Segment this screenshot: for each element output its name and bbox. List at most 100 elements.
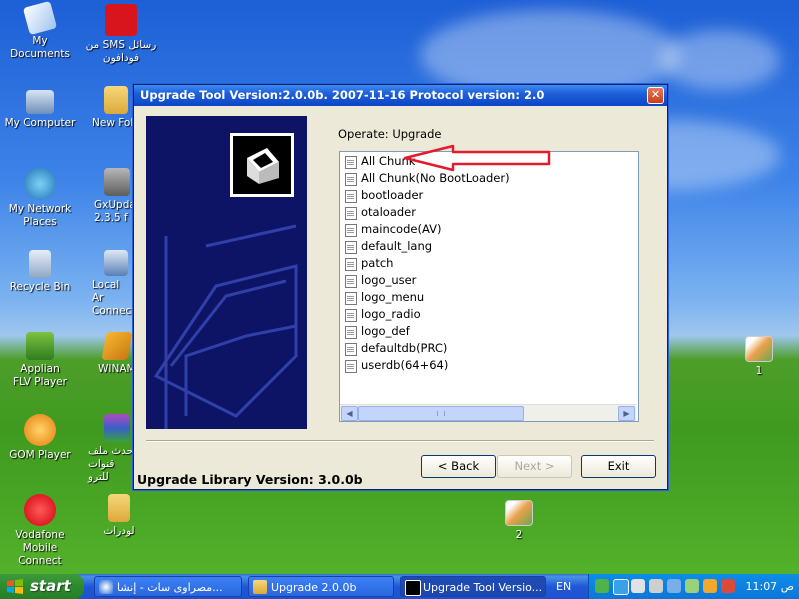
update-tray-icon[interactable] — [721, 579, 735, 593]
image-file-icon — [745, 336, 773, 362]
desktop-icon-my-computer[interactable]: My Computer — [1, 86, 79, 130]
desktop-icon-local-area-connection[interactable]: Local Ar Connecti — [80, 250, 134, 318]
desktop-icon-sms-vodafone[interactable]: من SMS رسائل فودافون — [82, 4, 160, 65]
speaker-icon[interactable] — [649, 579, 663, 593]
desktop-icon-label: لودرات — [103, 525, 135, 537]
document-icon — [345, 258, 357, 271]
desktop-icon-image-1[interactable]: 1 — [720, 336, 798, 378]
desktop-icon-winamp[interactable]: WINAM — [80, 332, 134, 376]
desktop-icon-my-network-places[interactable]: My Network Places — [1, 168, 79, 229]
chunk-list-item[interactable]: default_lang — [342, 238, 510, 255]
desktop-icon-vodafone-mobile-connect[interactable]: Vodafone Mobile Connect — [1, 494, 79, 568]
media-tray-icon[interactable] — [631, 579, 645, 593]
network-places-icon — [24, 168, 56, 200]
browser-icon — [99, 580, 113, 594]
document-icon — [345, 360, 357, 373]
chunk-list-item[interactable]: logo_radio — [342, 306, 510, 323]
antivirus-tray-icon[interactable] — [613, 579, 629, 595]
chunk-item-label: default_lang — [361, 239, 433, 253]
chunk-list-item[interactable]: patch — [342, 255, 510, 272]
taskbar-item-label: مصراوى سات - إنشا... — [117, 581, 223, 594]
taskbar-item-upgrade-tool[interactable]: Upgrade Tool Versio... — [400, 576, 546, 597]
scroll-left-button[interactable]: ◀ — [341, 406, 358, 421]
desktop-icon-label: New Fol — [92, 117, 134, 129]
desktop-icon-new-folder[interactable]: New Fol — [80, 86, 134, 130]
sms-app-icon — [105, 4, 137, 36]
document-icon — [345, 292, 357, 305]
document-icon — [345, 207, 357, 220]
desktop-icon-my-documents[interactable]: My Documents — [1, 0, 79, 61]
chunk-list-item[interactable]: userdb(64+64) — [342, 357, 510, 374]
desktop-icon-applian-flv-player[interactable]: Applian FLV Player — [1, 332, 79, 389]
chunk-list-item[interactable]: logo_menu — [342, 289, 510, 306]
chunk-item-label: maincode(AV) — [361, 222, 442, 236]
network-tray-icon[interactable] — [595, 579, 609, 593]
taskbar-item-folder[interactable]: Upgrade 2.0.0b — [248, 576, 394, 597]
desktop-icon-label: GOM Player — [9, 449, 71, 461]
chunk-item-label: logo_def — [361, 324, 410, 338]
document-icon — [345, 156, 357, 169]
document-icon — [345, 173, 357, 186]
desktop-icon-channels-update[interactable]: حدث ملف قنوات للترو — [80, 414, 134, 484]
desktop-icon-image-2[interactable]: 2 — [480, 500, 558, 542]
operate-label: Operate: Upgrade — [338, 127, 442, 141]
chunk-list-item[interactable]: logo_def — [342, 323, 510, 340]
desktop-icon-label: WINAM — [98, 363, 134, 375]
taskbar-item-browser[interactable]: مصراوى سات - إنشا... — [94, 576, 242, 597]
chunk-item-label: defaultdb(PRC) — [361, 341, 448, 355]
annotation-arrow — [403, 144, 551, 172]
exit-button[interactable]: Exit — [581, 455, 656, 478]
desktop-icon-recycle-bin[interactable]: Recycle Bin — [1, 250, 79, 294]
desktop-icon-gom-player[interactable]: GOM Player — [1, 414, 79, 462]
horizontal-scrollbar[interactable]: ◀ ▶ — [340, 404, 636, 421]
chunk-item-label: patch — [361, 256, 394, 270]
desktop-icon-loaders-folder[interactable]: لودرات — [80, 494, 158, 538]
safely-remove-icon[interactable] — [685, 579, 699, 593]
system-tray: 11:07 ص — [588, 574, 799, 599]
vodafone-icon — [24, 494, 56, 526]
desktop-icon-label: Applian FLV Player — [13, 363, 67, 388]
chunk-list-item[interactable]: bootloader — [342, 187, 510, 204]
scroll-thumb[interactable] — [358, 406, 524, 421]
taskbar-item-label: Upgrade Tool Versio... — [423, 581, 543, 594]
folder-icon — [108, 494, 130, 522]
next-button[interactable]: Next > — [497, 455, 572, 478]
document-icon — [345, 224, 357, 237]
recycle-bin-icon — [29, 250, 51, 278]
connection-tray-icon[interactable] — [667, 579, 681, 593]
chunk-list-items: All Chunk All Chunk(No BootLoader) bootloa… — [342, 153, 510, 374]
desktop-icon-label: 1 — [755, 365, 763, 377]
chunk-list[interactable]: All Chunk All Chunk(No BootLoader) bootloa… — [339, 151, 639, 422]
taskbar-item-label: Upgrade 2.0.0b — [271, 581, 357, 594]
window-titlebar[interactable]: Upgrade Tool Version:2.0.0b. 2007-11-16 … — [134, 85, 667, 106]
winamp-icon — [101, 332, 133, 360]
chunk-list-item[interactable]: otaloader — [342, 204, 510, 221]
chunk-list-item[interactable]: maincode(AV) — [342, 221, 510, 238]
document-icon — [345, 309, 357, 322]
document-icon — [345, 275, 357, 288]
winamp-tray-icon[interactable] — [703, 579, 717, 593]
desktop-icon-label: My Documents — [10, 35, 70, 60]
clock[interactable]: 11:07 ص — [745, 574, 794, 599]
chunk-item-label: logo_menu — [361, 290, 425, 304]
desktop-icon-label: 2 — [515, 529, 523, 541]
desktop-icon-label: GxUpda 2.3.5 f — [94, 199, 134, 224]
language-indicator[interactable]: EN — [556, 574, 571, 599]
chunk-item-label: All Chunk(No BootLoader) — [361, 171, 510, 185]
chunk-item-label: otaloader — [361, 205, 416, 219]
image-file-icon — [505, 500, 533, 526]
start-button[interactable]: start — [0, 574, 84, 599]
my-documents-icon — [22, 0, 58, 36]
chunk-list-item[interactable]: defaultdb(PRC) — [342, 340, 510, 357]
scroll-right-button[interactable]: ▶ — [618, 406, 635, 421]
chunk-list-item[interactable]: logo_user — [342, 272, 510, 289]
desktop-icon-gxupdate[interactable]: GxUpda 2.3.5 f — [80, 168, 134, 225]
close-button[interactable]: ✕ — [647, 87, 664, 104]
desktop-icon-label: Recycle Bin — [9, 281, 71, 293]
desktop-icon-label: Vodafone Mobile Connect — [15, 529, 65, 567]
button-divider — [146, 440, 654, 442]
back-button[interactable]: < Back — [421, 455, 496, 478]
desktop-icon-label: Local Ar Connecti — [92, 279, 134, 317]
gom-player-icon — [24, 414, 56, 446]
desktop-icon-label: من SMS رسائل فودافون — [85, 39, 157, 64]
